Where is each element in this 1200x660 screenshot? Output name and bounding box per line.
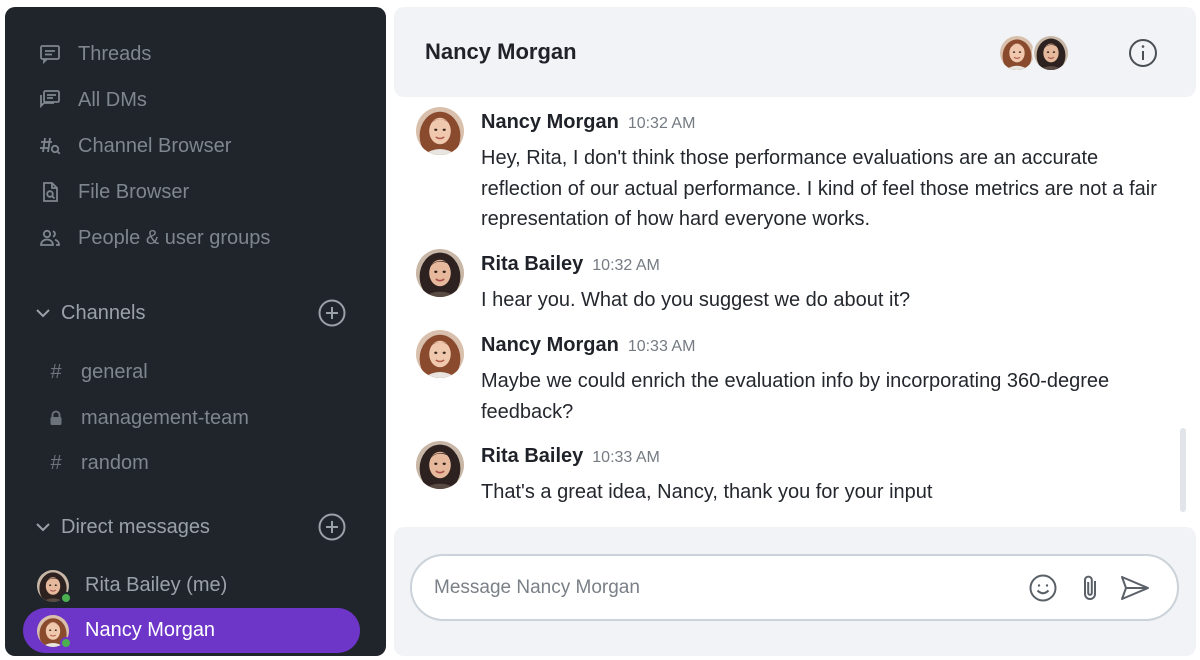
sidebar: Threads All DMs Channel Browser File Bro… xyxy=(5,7,386,656)
direct-messages-section-label: Direct messages xyxy=(61,515,210,538)
message-input[interactable] xyxy=(434,572,1014,604)
channels-section-label: Channels xyxy=(61,301,146,324)
direct-messages-section-toggle[interactable]: Direct messages xyxy=(33,510,351,544)
sidebar-item-all-dms[interactable]: All DMs xyxy=(37,85,147,115)
channel-name: general xyxy=(81,360,148,383)
message-composer xyxy=(410,554,1179,621)
channel-name: random xyxy=(81,451,149,474)
attachment-icon[interactable] xyxy=(1074,571,1108,605)
file-browser-icon xyxy=(37,179,63,205)
chevron-down-icon xyxy=(36,309,50,318)
channels-section-toggle[interactable]: Channels xyxy=(33,296,351,330)
avatar xyxy=(416,330,464,378)
message-author: Nancy Morgan xyxy=(481,334,619,356)
message-timestamp: 10:33 AM xyxy=(627,338,696,355)
participants-avatars[interactable] xyxy=(998,34,1078,72)
message-timestamp: 10:32 AM xyxy=(627,115,696,132)
avatar xyxy=(1032,34,1070,72)
avatar xyxy=(416,107,464,155)
dm-name: Rita Bailey (me) xyxy=(85,574,228,596)
message-list: Nancy Morgan 10:32 AM Hey, Rita, I don't… xyxy=(394,97,1196,527)
sidebar-item-file-browser[interactable]: File Browser xyxy=(37,177,189,207)
dm-name: Nancy Morgan xyxy=(85,619,216,641)
message-text: That's a great idea, Nancy, thank you fo… xyxy=(481,481,933,503)
sidebar-item-label: Channel Browser xyxy=(78,134,232,157)
online-status-dot xyxy=(60,591,72,604)
message-text: Hey, Rita, I don't think those performan… xyxy=(481,147,1157,230)
hash-icon: # xyxy=(50,360,62,383)
chat-header: Nancy Morgan xyxy=(394,7,1196,97)
online-status-dot xyxy=(60,636,72,649)
sidebar-item-label: File Browser xyxy=(78,180,190,203)
sidebar-item-people[interactable]: People & user groups xyxy=(37,223,270,253)
lock-icon xyxy=(45,407,67,429)
channel-name: management-team xyxy=(81,406,249,429)
avatar xyxy=(416,441,464,489)
avatar xyxy=(416,249,464,297)
hash-icon: # xyxy=(50,451,62,474)
emoji-icon[interactable] xyxy=(1026,571,1060,605)
dm-item-rita-bailey[interactable]: Rita Bailey (me) xyxy=(23,563,360,608)
message-author: Nancy Morgan xyxy=(481,111,619,133)
message-author: Rita Bailey xyxy=(481,445,584,467)
message: Nancy Morgan 10:32 AM Hey, Rita, I don't… xyxy=(416,107,1176,232)
message-text: Maybe we could enrich the evaluation inf… xyxy=(481,370,1110,423)
dm-item-nancy-morgan[interactable]: Nancy Morgan xyxy=(23,608,360,653)
chevron-down-icon xyxy=(36,523,50,532)
people-icon xyxy=(37,225,63,251)
sidebar-item-label: People & user groups xyxy=(78,226,271,249)
channel-browser-icon xyxy=(37,133,63,159)
chat-app: Threads All DMs Channel Browser File Bro… xyxy=(0,0,1200,660)
message-timestamp: 10:33 AM xyxy=(592,449,660,466)
message-text: I hear you. What do you suggest we do ab… xyxy=(481,289,911,311)
message: Rita Bailey 10:32 AM I hear you. What do… xyxy=(416,249,1176,311)
add-channel-icon[interactable] xyxy=(317,298,347,328)
channel-item-general[interactable]: # general xyxy=(45,357,148,387)
channel-item-management-team[interactable]: management-team xyxy=(45,403,249,433)
info-icon[interactable] xyxy=(1127,37,1159,69)
message-list-scrollbar[interactable] xyxy=(1180,428,1186,512)
message: Nancy Morgan 10:33 AM Maybe we could enr… xyxy=(416,330,1176,423)
sidebar-item-threads[interactable]: Threads xyxy=(37,39,151,69)
all-dms-icon xyxy=(37,87,63,113)
sidebar-item-label: Threads xyxy=(78,42,152,65)
sidebar-item-channel-browser[interactable]: Channel Browser xyxy=(37,131,231,161)
send-icon[interactable] xyxy=(1118,571,1152,605)
message-author: Rita Bailey xyxy=(481,253,584,275)
channel-item-random[interactable]: # random xyxy=(45,448,149,478)
composer-area xyxy=(394,527,1196,656)
avatar xyxy=(998,34,1036,72)
conversation-title: Nancy Morgan xyxy=(425,39,577,64)
sidebar-item-label: All DMs xyxy=(78,88,147,111)
add-direct-message-icon[interactable] xyxy=(317,512,347,542)
threads-icon xyxy=(37,41,63,67)
message: Rita Bailey 10:33 AM That's a great idea… xyxy=(416,441,1176,511)
message-timestamp: 10:32 AM xyxy=(592,257,660,274)
